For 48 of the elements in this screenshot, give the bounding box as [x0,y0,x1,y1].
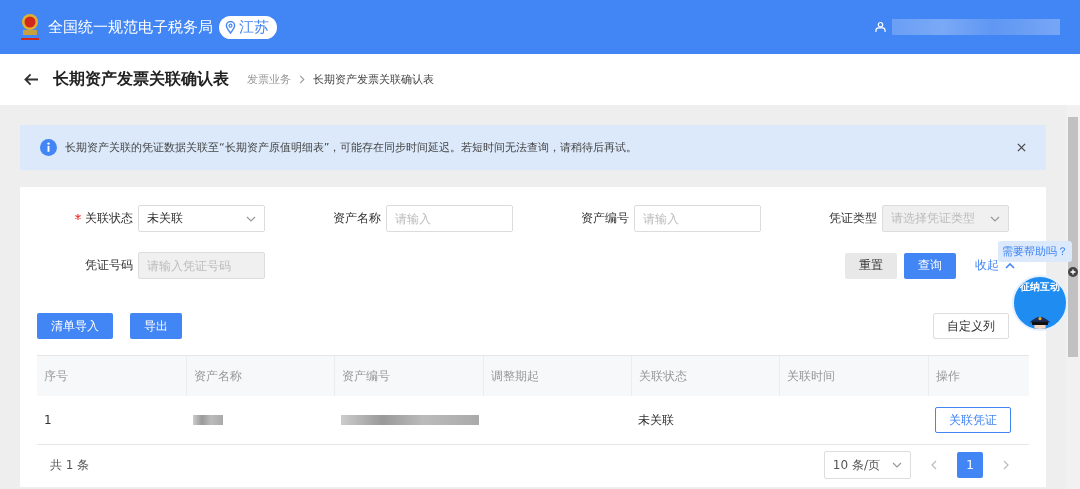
site-title: 全国统一规范电子税务局 [48,17,213,37]
user-icon[interactable] [875,21,886,33]
close-icon[interactable] [1017,143,1026,152]
field-label: 凭证号码 [85,257,133,274]
chevron-down-icon [892,462,902,468]
input-field[interactable]: 请输入 [386,205,513,232]
toolbar-button[interactable]: 导出 [130,313,182,339]
field-label: 资产名称 [333,210,381,227]
page-title: 长期资产发票关联确认表 [53,69,229,90]
select-field[interactable]: 未关联 [138,205,265,232]
column-header: 操作 [928,356,1029,396]
search-button[interactable]: 查询 [904,252,956,279]
help-bubble[interactable]: 需要帮助吗？ [998,241,1072,262]
alert-message: 长期资产关联的凭证数据关联至“长期资产原值明细表”，可能存在同步时间延迟。若短时间无法查询，请稍待后再试。 [65,140,639,155]
location-pin-icon [225,20,236,34]
blurred-asset-name [193,415,223,425]
column-header: 关联状态 [631,356,779,396]
column-header: 调整期起 [483,356,631,396]
link-voucher-button[interactable]: 关联凭证 [935,407,1011,433]
field-label: 资产编号 [581,210,629,227]
chevron-down-icon [990,215,1000,222]
next-page-icon[interactable] [1003,460,1009,470]
column-header: 资产名称 [186,356,334,396]
chevron-up-icon [1005,262,1015,269]
emblem-icon [18,12,42,42]
table-cell: 1 [44,413,52,427]
reset-button[interactable]: 重置 [845,252,897,279]
breadcrumb-link[interactable]: 发票业务 [247,72,291,87]
table-cell: 未关联 [638,411,674,429]
page-size-select[interactable]: 10 条/页 [823,451,911,479]
column-header: 序号 [43,367,69,385]
chevron-right-icon [299,75,305,84]
column-header: 资产编号 [334,356,483,396]
page-number[interactable]: 1 [957,452,983,478]
input-field[interactable]: 请输入 [634,205,761,232]
field-label: 凭证类型 [829,210,877,227]
field-label: 关联状态 [75,210,133,227]
breadcrumb-link[interactable]: 长期资产发票关联确认表 [313,72,434,87]
total-count: 共 1 条 [50,456,90,474]
column-header: 关联时间 [779,356,928,396]
info-icon [40,139,57,156]
toolbar-button[interactable]: 清单导入 [37,313,113,339]
custom-columns-button[interactable]: 自定义列 [933,313,1009,339]
chevron-down-icon [246,215,256,222]
back-arrow-icon[interactable] [24,73,39,86]
previous-page-icon[interactable] [931,460,937,470]
region-selector[interactable]: 江苏 [219,15,277,39]
plus-icon[interactable] [1068,267,1078,277]
